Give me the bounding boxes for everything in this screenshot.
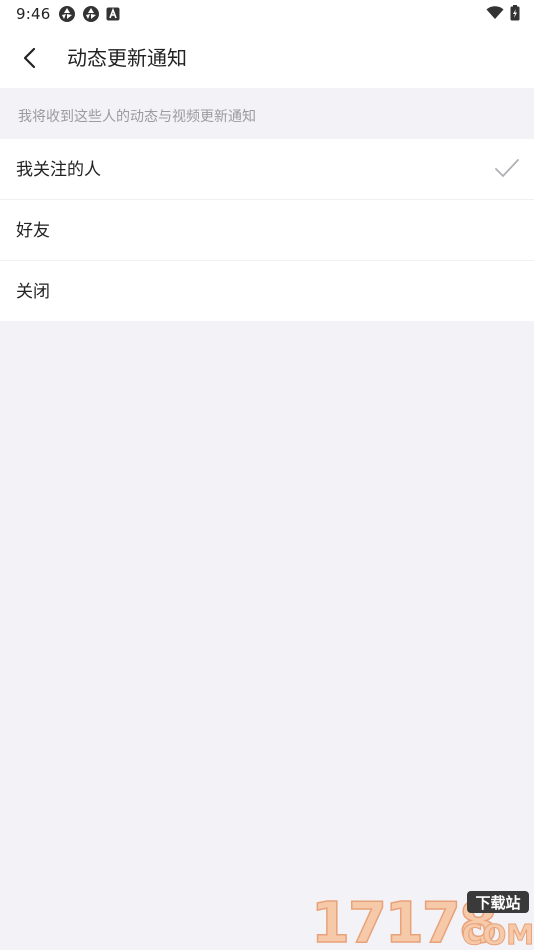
section-hint-text: 我将收到这些人的动态与视频更新通知 — [18, 109, 256, 125]
status-notification-icons — [58, 5, 120, 23]
aperture-icon — [83, 6, 99, 22]
option-following[interactable]: 我关注的人 — [0, 139, 534, 200]
wifi-icon — [486, 6, 504, 19]
back-button[interactable] — [14, 42, 46, 74]
option-label: 关闭 — [16, 282, 50, 302]
watermark-badge: 下载站 — [475, 894, 520, 912]
section-hint: 我将收到这些人的动态与视频更新通知 — [0, 88, 534, 139]
option-off[interactable]: 关闭 — [0, 261, 534, 321]
status-system-icons — [486, 5, 520, 21]
battery-charging-icon — [510, 5, 520, 21]
option-friends[interactable]: 好友 — [0, 200, 534, 261]
check-icon — [495, 159, 519, 177]
chevron-left-icon — [23, 47, 36, 69]
watermark-domain: COM — [462, 918, 532, 948]
page-title: 动态更新通知 — [67, 46, 187, 70]
watermark-logo: 17178 下载站 COM — [310, 890, 532, 948]
aperture-icon — [59, 6, 75, 22]
option-label: 好友 — [16, 221, 50, 241]
notification-options-list: 我关注的人 好友 关闭 — [0, 139, 534, 321]
option-label: 我关注的人 — [16, 160, 101, 180]
status-bar: 9:46 — [0, 0, 534, 28]
app-a-icon — [106, 7, 120, 21]
app-header: 动态更新通知 — [0, 28, 534, 88]
status-time: 9:46 — [16, 5, 51, 23]
